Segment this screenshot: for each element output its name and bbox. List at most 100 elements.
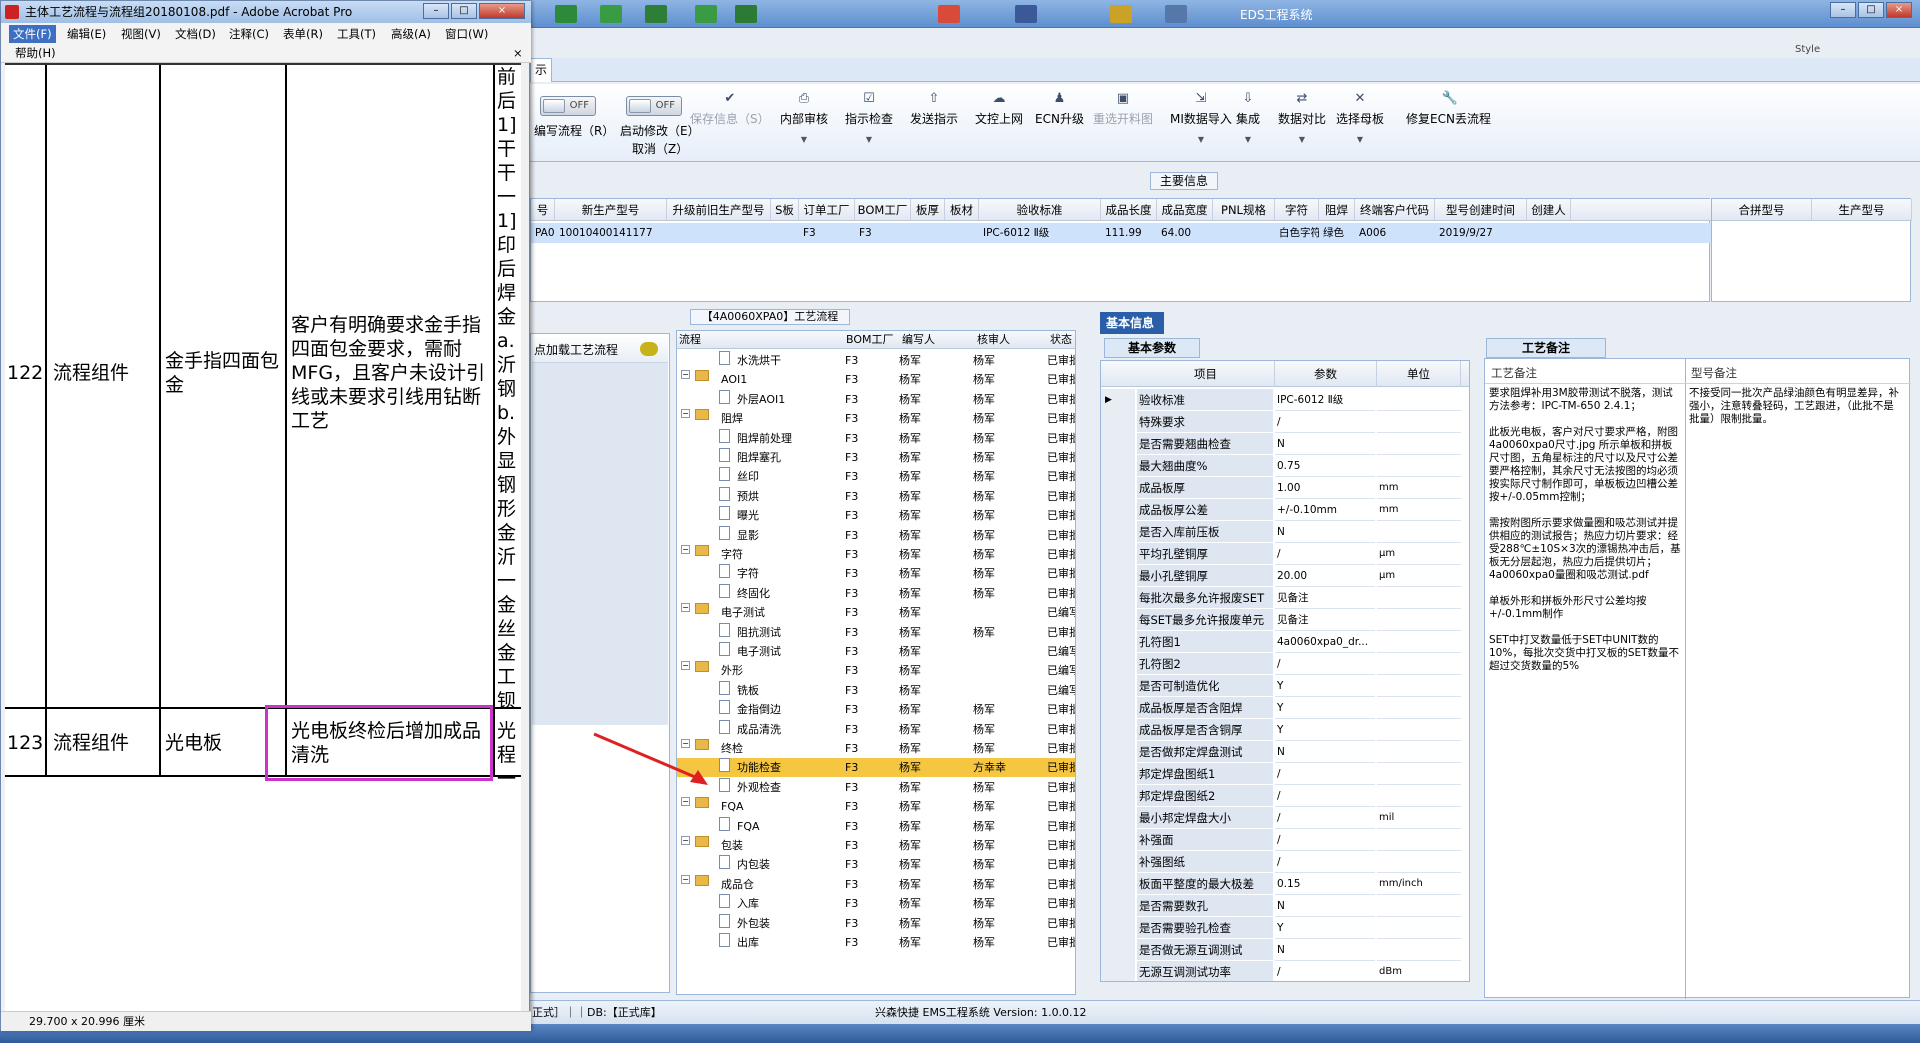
- tree-item-row[interactable]: 丝印 F3 杨军 杨军 已审批: [677, 467, 1075, 486]
- param-row[interactable]: 邦定焊盘图纸1/: [1101, 763, 1469, 785]
- menu-window[interactable]: 窗口(W): [441, 25, 492, 43]
- param-row[interactable]: 孔符图1 4a0060xpa0_dr...: [1101, 631, 1469, 653]
- param-cell[interactable]: Y: [1275, 719, 1375, 741]
- tab-basic-info[interactable]: 基本信息: [1100, 312, 1164, 334]
- param-cell[interactable]: N: [1275, 741, 1375, 763]
- collapse-icon[interactable]: −: [681, 409, 690, 419]
- line-chart-icon[interactable]: [735, 5, 757, 23]
- tree-folder-row[interactable]: − 阻焊 F3 杨军 杨军 已审批: [677, 409, 1075, 428]
- eds-tab[interactable]: 示: [530, 58, 552, 82]
- tree-folder-row[interactable]: − 电子测试 F3 杨军 已编写: [677, 603, 1075, 622]
- param-cell[interactable]: Y: [1275, 675, 1375, 697]
- chart-icon[interactable]: [600, 5, 622, 23]
- tree-item-row[interactable]: 外包装 F3 杨军 杨军 已审批: [677, 913, 1075, 933]
- param-row[interactable]: 成品板厚 1.00 mm: [1101, 477, 1469, 499]
- tree-item-row[interactable]: 阻焊塞孔 F3 杨军 杨军 已审批: [677, 448, 1075, 467]
- param-row[interactable]: ▶ 验收标准 IPC-6012 Ⅱ级: [1101, 389, 1469, 411]
- write-flow-toggle[interactable]: OFF: [540, 96, 596, 116]
- ribbon-button-8[interactable]: ⇩ 集成 ▼: [1236, 90, 1260, 152]
- model-remark-text[interactable]: 不接受同一批次产品绿油颜色有明显差异，补强小，注意转叠轻码，工艺跟进，（此批不是…: [1689, 387, 1899, 426]
- menu-file[interactable]: 文件(F): [9, 25, 56, 43]
- tree-folder-row[interactable]: − AOI1 F3 杨军 杨军 已审批: [677, 370, 1075, 389]
- param-cell[interactable]: 见备注: [1275, 587, 1375, 609]
- param-cell[interactable]: 见备注: [1275, 609, 1375, 631]
- collapse-icon[interactable]: −: [681, 836, 690, 845]
- tree-item-row[interactable]: 外层AOI1 F3 杨军 杨军 已审批: [677, 389, 1075, 409]
- param-cell[interactable]: N: [1275, 895, 1375, 917]
- table-row[interactable]: PA0 10010400141177 F3 F3 IPC-6012 Ⅱ级 111.99 64…: [531, 223, 1711, 243]
- menu-edit[interactable]: 编辑(E): [63, 25, 110, 43]
- param-row[interactable]: 成品板厚是否含铜厚 Y: [1101, 719, 1469, 741]
- tree-item-row[interactable]: 铣板 F3 杨军 已编写: [677, 680, 1075, 700]
- ribbon-button-3[interactable]: ⇧ 发送指示: [910, 90, 958, 152]
- param-row[interactable]: 最小孔壁铜厚 20.00 μm: [1101, 565, 1469, 587]
- tree-folder-row[interactable]: − 外形 F3 杨军 已编写: [677, 661, 1075, 680]
- close-doc-icon[interactable]: ×: [509, 44, 527, 62]
- param-cell[interactable]: /: [1275, 653, 1375, 675]
- param-row[interactable]: 成品板厚公差 +/-0.10mm mm: [1101, 499, 1469, 521]
- param-row[interactable]: 是否做无源互调测试 N: [1101, 939, 1469, 961]
- chevron-down-icon[interactable]: ▼: [1236, 135, 1260, 144]
- start-modify-toggle[interactable]: OFF: [626, 96, 682, 116]
- tree-folder-row[interactable]: − 包装 F3 杨军 杨军 已审批: [677, 836, 1075, 855]
- menu-tools[interactable]: 工具(T): [333, 25, 380, 43]
- tree-folder-row[interactable]: − 字符 F3 杨军 杨军 已审批: [677, 545, 1075, 564]
- menu-view[interactable]: 视图(V): [117, 25, 165, 43]
- param-cell[interactable]: 1.00: [1275, 477, 1375, 499]
- ribbon-button-4[interactable]: ☁ 文控上网: [975, 90, 1023, 152]
- param-row[interactable]: 是否入库前压板 N: [1101, 521, 1469, 543]
- param-cell[interactable]: Y: [1275, 917, 1375, 939]
- param-row[interactable]: 每批次最多允许报废SET 见备注: [1101, 587, 1469, 609]
- process-remark-text[interactable]: 要求阻焊补用3M胶带测试不脱落，测试方法参考：IPC-TM-650 2.4.1；…: [1489, 387, 1681, 673]
- param-cell[interactable]: N: [1275, 433, 1375, 455]
- tree-item-row[interactable]: 外观检查 F3 杨军 杨军 已审批: [677, 777, 1075, 797]
- tree-folder-row[interactable]: − FQA F3 杨军 杨军 已审批: [677, 797, 1075, 816]
- param-row[interactable]: 是否做邦定焊盘测试 N: [1101, 741, 1469, 763]
- collapse-icon[interactable]: −: [681, 545, 690, 554]
- param-cell[interactable]: /: [1275, 411, 1375, 433]
- param-row[interactable]: 是否需要数孔 N: [1101, 895, 1469, 917]
- ribbon-button-1[interactable]: ⎙ 内部审核 ▼: [780, 90, 828, 152]
- menu-forms[interactable]: 表单(R): [279, 25, 327, 43]
- ribbon-button-2[interactable]: ☑ 指示检查 ▼: [845, 90, 893, 152]
- close-button[interactable]: ×: [1886, 2, 1912, 18]
- tree-item-row[interactable]: 功能检查 F3 杨军 方幸幸 已审批: [677, 758, 1075, 778]
- grid-icon[interactable]: [555, 5, 577, 23]
- param-row[interactable]: 成品板厚是否含阻焊 Y: [1101, 697, 1469, 719]
- tree-item-row[interactable]: 预烘 F3 杨军 杨军 已审批: [677, 486, 1075, 506]
- chevron-down-icon[interactable]: ▼: [845, 135, 893, 144]
- param-row[interactable]: 邦定焊盘图纸2/: [1101, 785, 1469, 807]
- param-row[interactable]: 是否需要翘曲检查 N: [1101, 433, 1469, 455]
- param-row[interactable]: 孔符图2/: [1101, 653, 1469, 675]
- list-icon[interactable]: [645, 5, 667, 23]
- param-row[interactable]: 补强图纸 /: [1101, 851, 1469, 873]
- chevron-down-icon[interactable]: ▼: [1336, 135, 1384, 144]
- param-cell[interactable]: 0.75: [1275, 455, 1375, 477]
- ribbon-button-0[interactable]: ✔ 保存信息（S）: [690, 90, 770, 152]
- tree-item-row[interactable]: 入库 F3 杨军 杨军 已审批: [677, 894, 1075, 913]
- param-cell[interactable]: /: [1275, 961, 1375, 981]
- param-cell[interactable]: 20.00: [1275, 565, 1375, 587]
- param-row[interactable]: 无源互调测试功率 / dBm: [1101, 961, 1469, 981]
- tree-item-row[interactable]: 成品清洗 F3 杨军 杨军 已审批: [677, 719, 1075, 739]
- param-cell[interactable]: Y: [1275, 697, 1375, 719]
- param-cell[interactable]: /: [1275, 785, 1375, 807]
- collapse-icon[interactable]: −: [681, 370, 690, 380]
- tree-folder-row[interactable]: −终检F3杨军杨军已审批: [677, 739, 1075, 758]
- param-row[interactable]: 每SET最多允许报废单元 见备注: [1101, 609, 1469, 631]
- ribbon-button-6[interactable]: ▣ 重选开料图: [1093, 90, 1153, 152]
- tree-item-row[interactable]: 内包装 F3 杨军 杨军 已审批: [677, 855, 1075, 874]
- ribbon-button-5[interactable]: ♟ ECN升级: [1035, 90, 1084, 152]
- collapse-icon[interactable]: −: [681, 874, 690, 884]
- tree-item-row[interactable]: 出库 F3 杨军 杨军 已审批: [677, 933, 1075, 952]
- minimize-button[interactable]: –: [1830, 2, 1856, 18]
- ribbon-button-11[interactable]: 🔧 修复ECN丢流程: [1406, 90, 1491, 152]
- menu-document[interactable]: 文档(D): [171, 25, 220, 43]
- param-cell[interactable]: +/-0.10mm: [1275, 499, 1375, 521]
- ribbon-button-7[interactable]: ⇲ MI数据导入 ▼: [1170, 90, 1232, 152]
- tree-item-row[interactable]: 阻焊前处理 F3 杨军 杨军 已审批: [677, 428, 1075, 448]
- user-icon[interactable]: [695, 5, 717, 23]
- param-row[interactable]: 是否可制造优化 Y: [1101, 675, 1469, 697]
- menu-help[interactable]: 帮助(H): [11, 44, 60, 62]
- param-cell[interactable]: /: [1275, 543, 1375, 565]
